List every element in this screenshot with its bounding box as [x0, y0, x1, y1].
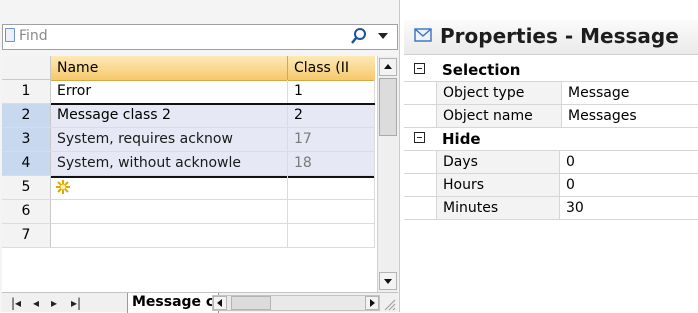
properties-title: Properties - Message: [440, 24, 679, 48]
class-cell[interactable]: 1: [288, 80, 375, 103]
sheet-tab-label: Message c: [132, 294, 215, 310]
category-label: Selection: [442, 61, 521, 79]
row-number: 5: [2, 176, 51, 199]
horizontal-scrollbar[interactable]: [212, 295, 380, 311]
new-row-star-icon: [56, 180, 70, 194]
properties-panel: Properties - Message Selection Object ty…: [404, 0, 698, 312]
grid-header: Name Class (II: [2, 56, 375, 81]
row-number: 1: [2, 80, 51, 103]
property-name: Hours: [436, 174, 560, 196]
category-label: Hide: [442, 130, 481, 148]
name-cell[interactable]: Message class 2: [51, 104, 288, 127]
chevron-down-icon[interactable]: [378, 33, 388, 39]
collapse-icon[interactable]: [414, 132, 425, 143]
property-name: Days: [436, 151, 560, 173]
property-row[interactable]: Hours 0: [404, 174, 698, 197]
row-number: 3: [2, 128, 51, 151]
property-row[interactable]: Object type Message: [404, 82, 698, 105]
header-corner: [2, 56, 51, 80]
nav-first-button[interactable]: |◂: [10, 295, 22, 311]
table-row[interactable]: 4 System, without acknowle 18: [2, 152, 375, 176]
name-cell[interactable]: [51, 200, 288, 223]
name-cell[interactable]: Error: [51, 80, 288, 103]
property-name: Object type: [436, 82, 562, 104]
sheet-navigation-bar: |◂ ◂ ▸ ▸| Message c: [2, 292, 398, 313]
table-row[interactable]: 7: [2, 224, 375, 248]
resize-grip-icon[interactable]: [382, 297, 396, 311]
name-cell[interactable]: System, requires acknow: [51, 128, 288, 151]
class-cell[interactable]: [288, 200, 375, 223]
class-cell[interactable]: 2: [288, 104, 375, 127]
table-row[interactable]: 3 System, requires acknow 17: [2, 128, 375, 152]
table-row[interactable]: 2 Message class 2 2: [2, 104, 375, 128]
nav-last-button[interactable]: ▸|: [68, 295, 84, 311]
property-value[interactable]: Messages: [562, 105, 637, 127]
search-icon[interactable]: [349, 27, 369, 47]
table-row[interactable]: 6: [2, 200, 375, 224]
find-bar[interactable]: Find: [2, 24, 398, 50]
nav-prev-button[interactable]: ◂: [30, 295, 42, 311]
property-name: Object name: [436, 105, 562, 127]
row-number: 7: [2, 224, 51, 247]
nav-next-button[interactable]: ▸: [48, 295, 60, 311]
message-grid: Name Class (II 1 Error 1 2 Message class…: [2, 56, 398, 292]
vertical-scrollbar[interactable]: [377, 56, 398, 292]
column-header-name[interactable]: Name: [51, 56, 288, 80]
properties-header: Properties - Message: [404, 20, 698, 55]
collapse-icon[interactable]: [414, 63, 425, 74]
arrow-right-icon: [370, 299, 375, 307]
property-value[interactable]: 0: [560, 151, 575, 173]
arrow-up-icon: [384, 64, 392, 69]
arrow-left-icon: [217, 299, 222, 307]
property-value[interactable]: 0: [560, 174, 575, 196]
scroll-thumb[interactable]: [379, 78, 397, 136]
property-value[interactable]: Message: [562, 82, 629, 104]
arrow-down-icon: [384, 279, 392, 284]
column-header-class[interactable]: Class (II: [288, 56, 375, 80]
category-hide[interactable]: Hide: [404, 128, 698, 151]
row-number: 6: [2, 200, 51, 223]
name-cell[interactable]: [51, 224, 288, 247]
property-row[interactable]: Object name Messages: [404, 105, 698, 128]
class-cell[interactable]: 17: [288, 128, 375, 151]
class-cell[interactable]: 18: [288, 152, 375, 175]
category-selection[interactable]: Selection: [404, 59, 698, 82]
message-list-panel: Find Name Class (II 1 Error 1 2 Message …: [0, 0, 400, 313]
find-input[interactable]: Find: [19, 28, 48, 44]
name-cell[interactable]: [51, 176, 288, 199]
scroll-up-button[interactable]: [379, 58, 397, 76]
hscroll-thumb[interactable]: [231, 296, 271, 310]
class-cell[interactable]: [288, 176, 375, 199]
document-icon: [5, 28, 15, 42]
property-name: Minutes: [436, 197, 560, 219]
row-number: 2: [2, 104, 51, 127]
table-row[interactable]: 1 Error 1: [2, 80, 375, 104]
row-number: 4: [2, 152, 51, 175]
scroll-left-button[interactable]: [213, 296, 227, 310]
mail-icon: [414, 28, 432, 42]
sheet-tab[interactable]: Message c: [127, 293, 220, 313]
property-row[interactable]: Days 0: [404, 151, 698, 174]
name-cell[interactable]: System, without acknowle: [51, 152, 288, 175]
new-row[interactable]: 5: [2, 176, 375, 200]
scroll-down-button[interactable]: [379, 272, 397, 290]
scroll-right-button[interactable]: [365, 296, 379, 310]
property-row[interactable]: Minutes 30: [404, 197, 698, 220]
property-value[interactable]: 30: [560, 197, 584, 219]
class-cell[interactable]: [288, 224, 375, 247]
